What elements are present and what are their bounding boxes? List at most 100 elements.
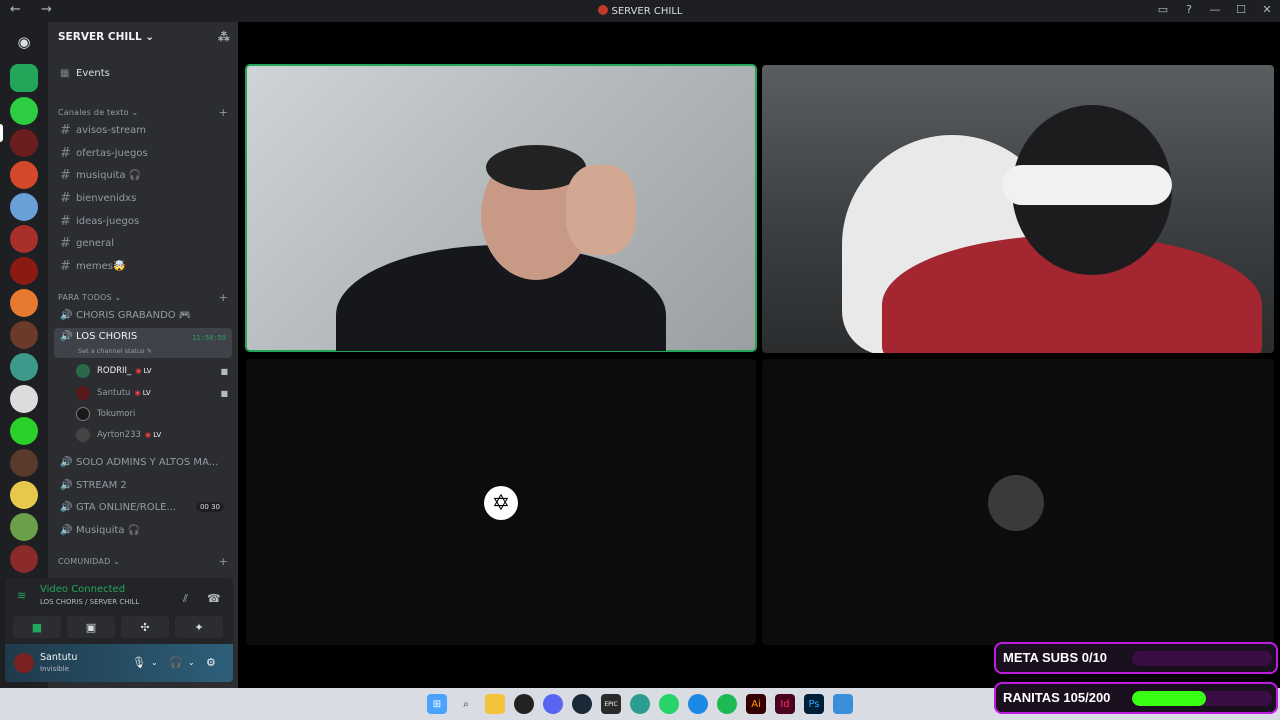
add-channel-icon[interactable]: + xyxy=(219,291,228,304)
server-icon-frog[interactable] xyxy=(10,97,38,125)
ranitas-track xyxy=(1132,691,1272,706)
channel-ofertas-juegos[interactable]: # ofertas-juegos xyxy=(54,143,232,163)
app-icon[interactable] xyxy=(833,694,853,714)
disconnect-icon[interactable]: ☎ xyxy=(207,592,221,605)
channel-label: bienvenidxs xyxy=(76,192,137,204)
category-comunidad[interactable]: COMUNIDAD ⌄ + xyxy=(58,555,234,568)
noise-suppression-icon[interactable]: ⫽ xyxy=(183,592,188,606)
speaker-icon: 🔊 xyxy=(60,456,73,468)
spotify-icon[interactable] xyxy=(717,694,737,714)
server-icon-14[interactable] xyxy=(10,513,38,541)
soundboard-button[interactable]: ✦ xyxy=(175,616,223,638)
video-tile[interactable] xyxy=(245,64,757,352)
voice-channel-gta[interactable]: 🔊 GTA ONLINE/ROLE... 00 30 xyxy=(54,497,232,517)
server-icon-chill[interactable] xyxy=(10,129,38,157)
camera-toggle-button[interactable]: ■ xyxy=(13,616,61,638)
whatsapp-icon[interactable] xyxy=(659,694,679,714)
chrome-icon[interactable] xyxy=(514,694,534,714)
channel-label: LOS CHORIS xyxy=(76,331,138,342)
photos-icon[interactable] xyxy=(688,694,708,714)
add-channel-icon[interactable]: + xyxy=(219,555,228,568)
help-icon[interactable]: ? xyxy=(1182,3,1196,16)
voice-member[interactable]: Ayrton233 LV xyxy=(76,425,232,445)
microphone-icon[interactable]: 🎙 xyxy=(132,656,146,669)
server-icon-3[interactable] xyxy=(10,161,38,189)
server-icon-11[interactable] xyxy=(10,417,38,445)
server-icon-9[interactable] xyxy=(10,353,38,381)
channel-status[interactable]: Set a channel status ✎ xyxy=(78,347,152,355)
discord-icon[interactable] xyxy=(543,694,563,714)
avatar[interactable] xyxy=(14,653,34,673)
server-icon-4[interactable] xyxy=(10,193,38,221)
steam-icon[interactable] xyxy=(572,694,592,714)
voice-location[interactable]: LOS CHORIS / SERVER CHILL xyxy=(40,598,139,606)
maximize-button[interactable]: ☐ xyxy=(1234,3,1248,16)
windows-start-icon[interactable]: ⊞ xyxy=(427,694,447,714)
photoshop-icon[interactable]: Ps xyxy=(804,694,824,714)
channel-bienvenidxs[interactable]: # bienvenidxs xyxy=(54,188,232,208)
chevron-down-icon[interactable]: ⌄ xyxy=(188,658,195,667)
voice-channel-stream-2[interactable]: 🔊 STREAM 2 xyxy=(54,475,232,495)
screen-share-button[interactable]: ▣ xyxy=(67,616,115,638)
voice-channel-musiquita[interactable]: 🔊 Musiquita 🎧 xyxy=(54,520,232,540)
user-name: Santutu xyxy=(40,652,78,663)
server-icon-6[interactable] xyxy=(10,257,38,285)
category-text-label: Canales de texto ⌄ xyxy=(58,108,139,117)
channel-musiquita[interactable]: # musiquita 🎧 xyxy=(54,165,232,185)
indesign-icon[interactable]: Id xyxy=(775,694,795,714)
edge-icon[interactable] xyxy=(630,694,650,714)
video-tile[interactable] xyxy=(762,65,1274,353)
file-explorer-icon[interactable] xyxy=(485,694,505,714)
voice-member[interactable]: SantutuLV ■ xyxy=(76,383,232,403)
headphones-icon[interactable]: 🎧 xyxy=(169,656,183,669)
server-icon-13[interactable] xyxy=(10,481,38,509)
activities-button[interactable]: ✣ xyxy=(121,616,169,638)
server-icon-8[interactable] xyxy=(10,321,38,349)
category-para-todos[interactable]: PARA TODOS ⌄ + xyxy=(58,291,234,304)
server-header[interactable]: SERVER CHILL ⌄ ⁂ xyxy=(48,22,238,54)
signal-icon[interactable]: ≋ xyxy=(17,589,26,602)
minimize-button[interactable]: — xyxy=(1208,3,1222,16)
category-comunidad-label: COMUNIDAD ⌄ xyxy=(58,557,121,566)
channel-avisos-stream[interactable]: # avisos-stream xyxy=(54,120,232,140)
inbox-icon[interactable]: ▭ xyxy=(1156,3,1170,16)
gear-icon[interactable]: ⚙ xyxy=(206,656,216,669)
search-icon[interactable]: ⌕ xyxy=(456,694,476,714)
voice-channel-solo-admins[interactable]: 🔊 SOLO ADMINS Y ALTOS MA... xyxy=(54,452,232,472)
add-channel-icon[interactable]: + xyxy=(219,106,228,119)
video-tile[interactable]: ✡ xyxy=(246,359,756,645)
channel-label: GTA ONLINE/ROLE... xyxy=(76,501,177,513)
channel-general[interactable]: # general xyxy=(54,233,232,253)
channel-label: ideas-juegos xyxy=(76,215,140,227)
voice-member[interactable]: Tokumori xyxy=(76,404,232,424)
server-icon-7[interactable] xyxy=(10,289,38,317)
server-icon-15[interactable] xyxy=(10,545,38,573)
chevron-down-icon[interactable]: ⌄ xyxy=(151,658,158,667)
server-icon-5[interactable] xyxy=(10,225,38,253)
voice-channel-los-choris[interactable]: 🔊 LOS CHORIS Set a channel status ✎ 11:5… xyxy=(54,328,232,358)
avatar xyxy=(76,386,90,400)
server-icon-12[interactable] xyxy=(10,449,38,477)
discord-home-icon[interactable]: ◉ xyxy=(10,28,38,56)
video-tile[interactable] xyxy=(762,359,1274,645)
user-avatar: ✡ xyxy=(484,486,518,520)
meta-subs-track xyxy=(1132,651,1272,666)
channel-memes[interactable]: # memes🤯 xyxy=(54,256,232,276)
ranitas-fill xyxy=(1132,691,1206,706)
speaker-icon: 🔊 xyxy=(60,331,73,342)
add-member-icon[interactable]: ⁂ xyxy=(218,30,230,44)
illustrator-icon[interactable]: Ai xyxy=(746,694,766,714)
category-text[interactable]: Canales de texto ⌄ + xyxy=(58,106,234,119)
voice-member[interactable]: RODRII_LV ■ xyxy=(76,361,232,381)
channel-label: avisos-stream xyxy=(76,124,147,136)
channel-ideas-juegos[interactable]: # ideas-juegos xyxy=(54,211,232,231)
close-button[interactable]: ✕ xyxy=(1260,3,1274,16)
voice-channel-grabando[interactable]: 🔊 CHORIS GRABANDO 🎮 xyxy=(54,305,232,325)
channel-label: memes🤯 xyxy=(76,260,126,272)
server-icon-files[interactable] xyxy=(10,64,38,92)
hash-icon: # xyxy=(60,167,71,183)
server-icon-10[interactable] xyxy=(10,385,38,413)
events-item[interactable]: ▦ Events xyxy=(54,63,232,83)
speaker-icon: 🔊 xyxy=(60,309,73,321)
epic-games-icon[interactable]: EPIC xyxy=(601,694,621,714)
